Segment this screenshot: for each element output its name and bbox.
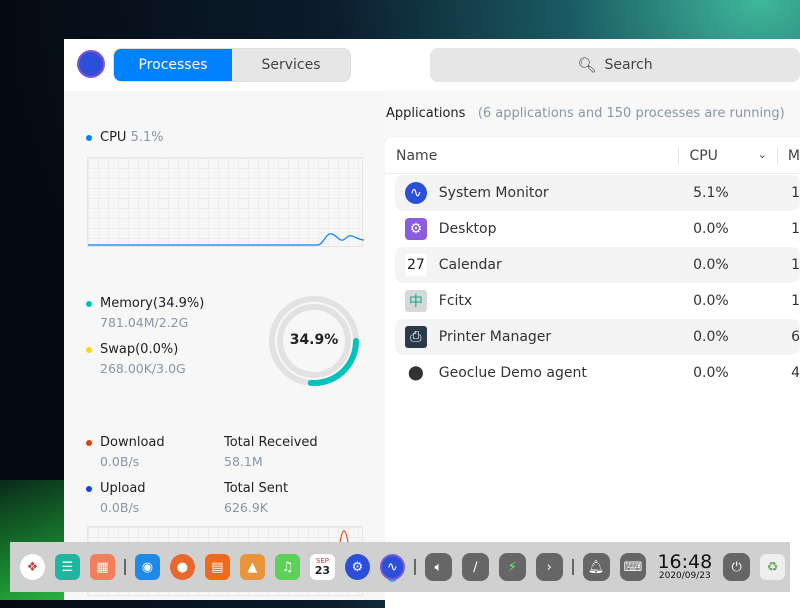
- firefox-icon[interactable]: ●: [169, 554, 195, 580]
- chevron-down-icon: ⌄: [757, 147, 767, 161]
- total-received-value: 58.1M: [224, 454, 263, 469]
- table-row[interactable]: ∿ System Monitor 5.1% 1: [395, 175, 800, 211]
- location-pin-icon: ⬤: [408, 365, 424, 381]
- clock[interactable]: 16:48 2020/09/23: [657, 553, 712, 581]
- upload-value: 0.0B/s: [100, 500, 140, 515]
- process-name: Desktop: [438, 221, 497, 237]
- calendar-icon[interactable]: SEP 23: [309, 554, 335, 580]
- network-icon[interactable]: ∕: [461, 553, 489, 581]
- column-name[interactable]: Name: [385, 147, 680, 164]
- process-memory: 4: [791, 365, 800, 381]
- table-row[interactable]: ⬤ Geoclue Demo agent 0.0% 4: [395, 355, 800, 391]
- column-cpu-label: CPU: [689, 147, 718, 164]
- tab-processes[interactable]: Processes: [114, 49, 232, 81]
- notification-bell-icon[interactable]: 🔔︎: [582, 553, 610, 581]
- trash-icon[interactable]: ♻: [760, 554, 786, 580]
- total-received-label: Total Received: [224, 435, 318, 450]
- table-row[interactable]: 27 Calendar 0.0% 1: [395, 247, 800, 283]
- process-memory: 1: [791, 293, 800, 309]
- dock-separator: [414, 559, 416, 575]
- search-placeholder: Search: [604, 57, 653, 73]
- process-panel: Applications (6 applications and 150 pro…: [385, 91, 800, 608]
- upload-dot: [86, 485, 92, 492]
- applications-summary: (6 applications and 150 processes are ru…: [477, 106, 785, 121]
- chevron-right-icon[interactable]: ›: [535, 553, 563, 581]
- system-monitor-window: Processes Services 🔍︎ Search CPU 5.1% Mem…: [64, 39, 800, 608]
- download-value: 0.0B/s: [100, 454, 140, 469]
- table-row[interactable]: ⎙ Printer Manager 0.0% 6: [395, 319, 800, 355]
- system-monitor-icon[interactable]: ∿: [379, 554, 406, 580]
- download-label: Download: [100, 435, 165, 450]
- column-memory[interactable]: M: [778, 148, 800, 164]
- titlebar: Processes Services 🔍︎ Search: [64, 39, 800, 91]
- process-name: Fcitx: [438, 293, 473, 309]
- search-input[interactable]: 🔍︎ Search: [430, 48, 800, 82]
- control-center-icon[interactable]: ⚙: [344, 554, 370, 580]
- process-cpu: 0.0%: [693, 221, 729, 237]
- printer-icon: ⎙: [405, 326, 427, 348]
- process-cpu: 0.0%: [693, 257, 729, 273]
- process-cpu: 0.0%: [693, 365, 729, 381]
- music-icon[interactable]: ♫: [274, 554, 300, 580]
- process-cpu: 5.1%: [693, 185, 729, 201]
- table-header: Name CPU ⌄ M: [385, 138, 800, 174]
- table-row[interactable]: ⚙ Desktop 0.0% 1: [395, 211, 800, 247]
- applications-title: Applications: [386, 106, 466, 121]
- swap-label: Swap(0.0%): [100, 342, 179, 357]
- calendar-icon: 27: [405, 254, 427, 276]
- image-viewer-icon[interactable]: ▲: [239, 554, 265, 580]
- process-memory: 1: [791, 257, 800, 273]
- process-name: Printer Manager: [438, 329, 552, 345]
- process-memory: 1: [791, 221, 800, 237]
- clock-time: 16:48: [657, 551, 713, 573]
- table-row[interactable]: 中 Fcitx 0.0% 1: [395, 283, 800, 319]
- desktop-settings-icon: ⚙: [405, 218, 427, 240]
- memory-label: Memory(34.9%): [100, 296, 205, 311]
- clock-date: 2020/09/23: [658, 571, 711, 581]
- process-name: Geoclue Demo agent: [438, 365, 587, 381]
- battery-icon[interactable]: ⚡: [498, 553, 526, 581]
- dock-separator: [571, 559, 574, 575]
- volume-icon[interactable]: 🔈︎: [424, 553, 452, 581]
- download-dot: [86, 439, 92, 446]
- dock: ❖ ☰ ▦ ◉ ● ▤ ▲ ♫ SEP 23 ⚙ ∿ 🔈︎ ∕ ⚡ › 🔔︎ ⌨ …: [10, 542, 790, 592]
- swap-dot: [86, 346, 92, 353]
- cpu-label: CPU: [100, 130, 127, 145]
- memory-dot: [86, 300, 92, 307]
- memory-detail: 781.04M/2.2G: [100, 315, 189, 330]
- app-logo-icon: [77, 50, 105, 78]
- launcher-icon[interactable]: ❖: [20, 554, 45, 580]
- process-cpu: 0.0%: [693, 329, 729, 345]
- process-memory: 6: [791, 329, 800, 345]
- process-table: Name CPU ⌄ M ∿ System Monitor 5.1% 1 ⚙ Desktop…: [385, 138, 800, 608]
- cpu-dot: [86, 134, 92, 141]
- file-manager-icon[interactable]: ☰: [55, 554, 80, 580]
- system-monitor-icon: ∿: [405, 182, 427, 204]
- process-cpu: 0.0%: [693, 293, 729, 309]
- column-cpu[interactable]: CPU ⌄: [679, 147, 778, 164]
- shop-icon[interactable]: ▤: [204, 554, 230, 580]
- search-icon: 🔍︎: [577, 56, 597, 74]
- total-sent-label: Total Sent: [224, 481, 289, 496]
- app-store-icon[interactable]: ◉: [134, 554, 160, 580]
- dock-separator: [124, 559, 126, 575]
- process-name: System Monitor: [438, 185, 549, 201]
- swap-detail: 268.00K/3.0G: [100, 361, 186, 376]
- power-icon[interactable]: ⏻: [723, 553, 751, 581]
- cpu-line: [88, 233, 364, 246]
- process-memory: 1: [791, 185, 800, 201]
- cpu-chart: [87, 157, 364, 247]
- monitor-panel: CPU 5.1% Memory(34.9%) 781.04M/2.2G Swap…: [64, 91, 385, 600]
- view-switcher: Processes Services: [113, 48, 351, 82]
- multitask-view-icon[interactable]: ▦: [90, 554, 115, 580]
- keyboard-icon[interactable]: ⌨: [619, 553, 647, 581]
- total-sent-value: 626.9K: [224, 500, 268, 515]
- memory-ring-label: 34.9%: [289, 332, 339, 348]
- process-name: Calendar: [438, 257, 502, 273]
- keyboard-input-icon: 中: [405, 290, 427, 312]
- calendar-day: 23: [314, 564, 331, 577]
- tab-services[interactable]: Services: [232, 49, 350, 81]
- cpu-value: 5.1%: [130, 130, 164, 145]
- upload-label: Upload: [100, 481, 146, 496]
